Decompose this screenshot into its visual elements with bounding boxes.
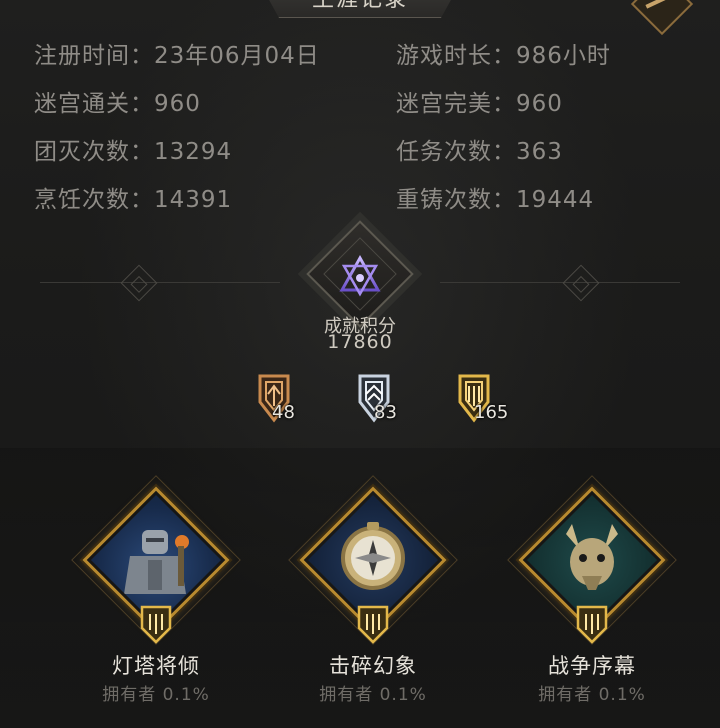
badge-shatter-illusion[interactable]: 击碎幻象 拥有者 0.1% — [288, 475, 458, 705]
silver-medal[interactable]: 83 — [350, 372, 400, 428]
badge-war-prelude[interactable]: 战争序幕 拥有者 0.1% — [507, 475, 677, 705]
divider-line-right — [440, 282, 680, 283]
stat-quests: 任务次数：363 — [396, 139, 563, 165]
bronze-medal-count: 48 — [272, 402, 295, 423]
title-banner: 生涯记录 — [268, 0, 452, 18]
close-corner-icon[interactable] — [630, 0, 694, 36]
achievement-score-value: 17860 — [327, 331, 393, 353]
gold-tier-shield-icon — [357, 605, 389, 644]
triangle-emblem-icon — [339, 254, 381, 297]
gold-tier-shield-icon — [576, 605, 608, 644]
stat-register-time: 注册时间：23年06月04日 — [34, 43, 320, 69]
stat-maze-clear: 迷宫通关：960 — [34, 91, 201, 117]
badge-owner-rate: 拥有者 0.1% — [102, 685, 210, 705]
divider-line-left — [40, 282, 280, 283]
gold-medal[interactable]: 165 — [450, 372, 508, 428]
gold-medal-count: 165 — [474, 402, 509, 423]
stat-cooking: 烹饪次数：14391 — [34, 187, 233, 213]
stat-maze-perfect: 迷宫完美：960 — [396, 91, 563, 117]
diamond-ornament-left-icon — [120, 264, 158, 302]
bronze-medal[interactable]: 48 — [250, 372, 300, 428]
stat-team-wipe: 团灭次数：13294 — [34, 139, 233, 165]
page-title: 生涯记录 — [312, 0, 408, 11]
badge-owner-rate: 拥有者 0.1% — [319, 685, 427, 705]
gold-tier-shield-icon — [140, 605, 172, 644]
badge-name: 灯塔将倾 — [112, 654, 200, 678]
career-record-panel: 生涯记录 注册时间：23年06月04日 游戏时长：986小时 迷宫通关：960 … — [0, 0, 720, 728]
stat-reforge: 重铸次数：19444 — [396, 187, 595, 213]
badge-lighthouse-falls[interactable]: 灯塔将倾 拥有者 0.1% — [71, 475, 241, 705]
stat-play-time: 游戏时长：986小时 — [396, 43, 611, 69]
badge-name: 战争序幕 — [548, 654, 636, 678]
badge-name: 击碎幻象 — [329, 654, 417, 678]
badge-owner-rate: 拥有者 0.1% — [538, 685, 646, 705]
diamond-ornament-right-icon — [562, 264, 600, 302]
silver-medal-count: 83 — [374, 402, 397, 423]
